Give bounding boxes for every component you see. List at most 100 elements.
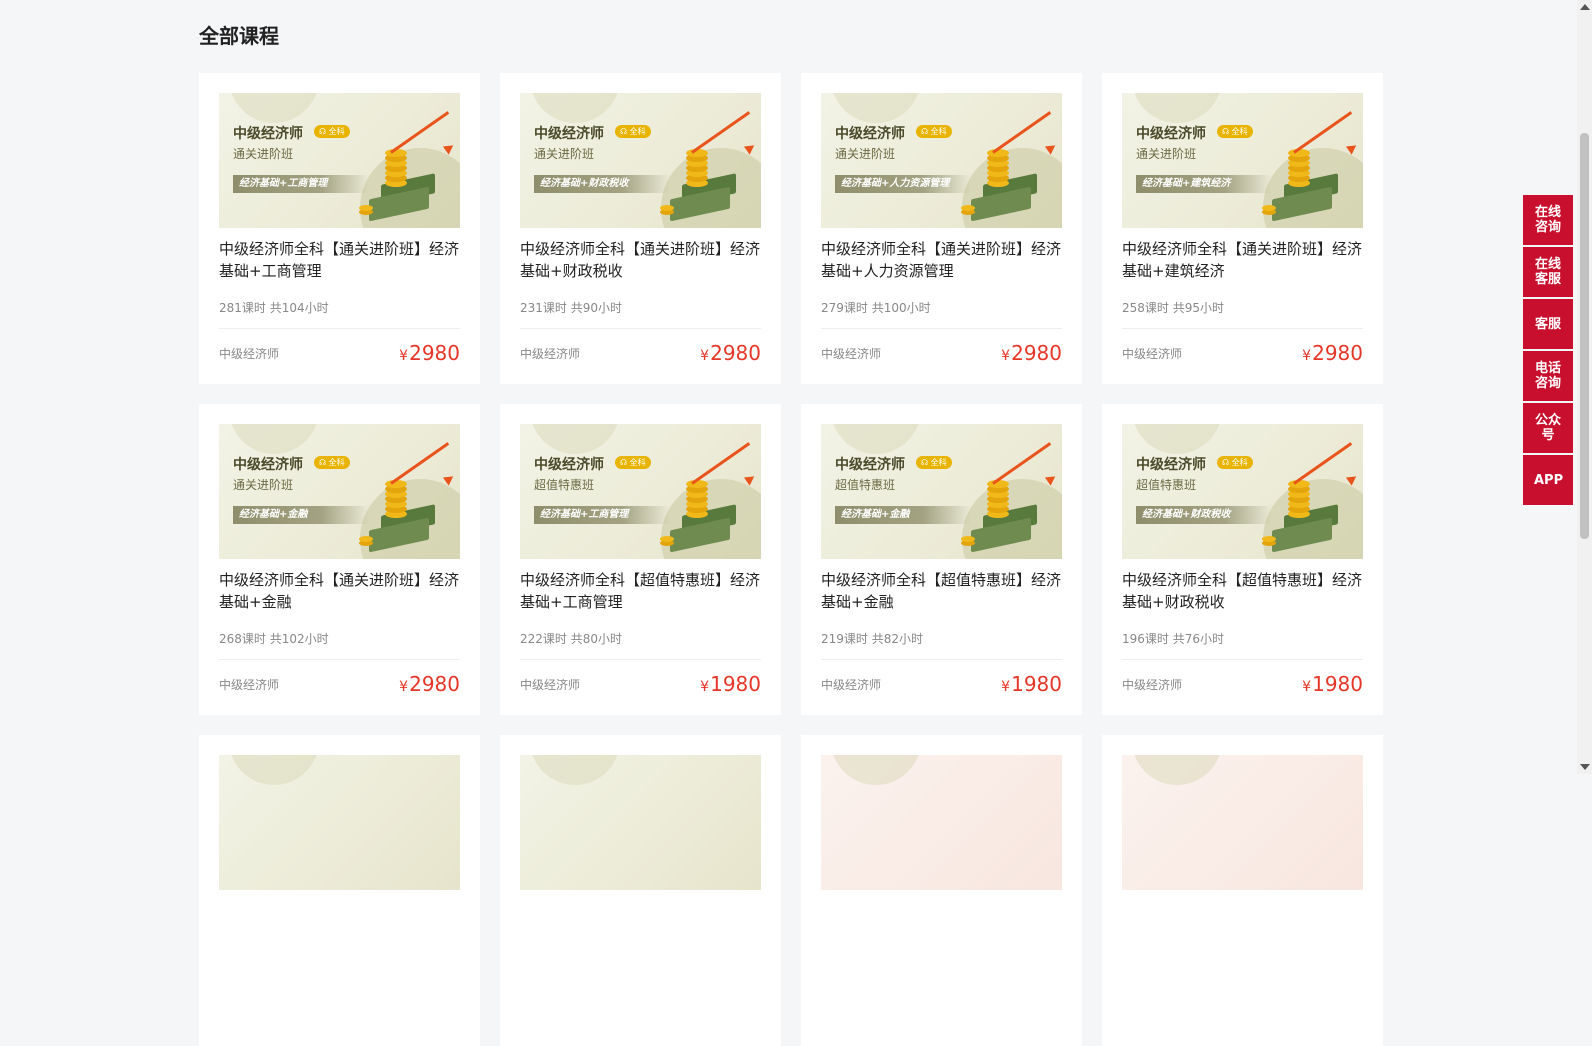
course-title[interactable]: 中级经济师全科【超值特惠班】经济基础+财政税收	[1122, 569, 1363, 613]
thumb-tag-label: 全科	[629, 127, 646, 136]
sidebar-button-label: APP	[1534, 472, 1564, 488]
course-category: 中级经济师	[520, 677, 581, 692]
thumb-subject-band: 经济基础+建筑经济	[1136, 175, 1272, 193]
headphones-icon: ☊	[921, 458, 929, 467]
course-meta: 279课时 共100小时	[821, 299, 1062, 329]
course-title[interactable]: 中级经济师全科【通关进阶班】经济基础+金融	[219, 569, 460, 613]
headphones-icon: ☊	[921, 127, 929, 136]
course-thumbnail[interactable]: 中级经济师 ☊ 全科 通关进阶班 经济基础+人力资源管理	[821, 93, 1062, 228]
sidebar-button-0[interactable]: 在线咨询	[1523, 195, 1573, 245]
currency-symbol: ¥	[700, 348, 710, 364]
currency-symbol: ¥	[1001, 679, 1011, 695]
course-price: ¥2980	[1302, 341, 1363, 365]
course-price: ¥1980	[1302, 672, 1363, 696]
decor-arc	[530, 755, 620, 785]
course-price: ¥2980	[399, 672, 460, 696]
thumb-subject-band: 经济基础+工商管理	[534, 506, 670, 524]
scroll-down-icon[interactable]	[1580, 764, 1590, 770]
thumb-brand: 中级经济师	[534, 126, 604, 142]
course-grid: 中级经济师 ☊ 全科 通关进阶班 经济基础+工商管理 中级经济师全科【通关进阶班…	[199, 73, 1383, 1046]
course-card[interactable]	[1102, 735, 1383, 1046]
course-thumbnail[interactable]	[520, 755, 761, 890]
course-thumbnail[interactable]	[219, 755, 460, 890]
course-card[interactable]: 中级经济师 ☊ 全科 超值特惠班 经济基础+金融 中级经济师全科【超值特惠班】经…	[801, 404, 1082, 715]
course-title[interactable]: 中级经济师全科【通关进阶班】经济基础+人力资源管理	[821, 238, 1062, 282]
course-card[interactable]: 中级经济师 ☊ 全科 通关进阶班 经济基础+工商管理 中级经济师全科【通关进阶班…	[199, 73, 480, 384]
decor-arc	[831, 755, 921, 785]
course-title[interactable]: 中级经济师全科【通关进阶班】经济基础+财政税收	[520, 238, 761, 282]
price-value: 1980	[1011, 672, 1062, 696]
price-value: 1980	[1312, 672, 1363, 696]
coin-icon	[961, 205, 975, 211]
currency-symbol: ¥	[399, 348, 409, 364]
course-title[interactable]: 中级经济师全科【通关进阶班】经济基础+工商管理	[219, 238, 460, 282]
course-title[interactable]: 中级经济师全科【超值特惠班】经济基础+工商管理	[520, 569, 761, 613]
course-footer: 中级经济师 ¥2980	[520, 341, 761, 365]
course-price: ¥1980	[700, 672, 761, 696]
price-value: 2980	[710, 341, 761, 365]
course-thumbnail[interactable]: 中级经济师 ☊ 全科 超值特惠班 经济基础+金融	[821, 424, 1062, 559]
course-card[interactable]: 中级经济师 ☊ 全科 通关进阶班 经济基础+金融 中级经济师全科【通关进阶班】经…	[199, 404, 480, 715]
decor-arc	[530, 424, 620, 454]
course-category: 中级经济师	[219, 677, 280, 692]
thumb-class-name: 通关进阶班	[233, 147, 294, 161]
course-meta: 196课时 共76小时	[1122, 630, 1363, 660]
course-card[interactable]: 中级经济师 ☊ 全科 通关进阶班 经济基础+建筑经济 中级经济师全科【通关进阶班…	[1102, 73, 1383, 384]
course-footer: 中级经济师 ¥1980	[520, 672, 761, 696]
scrollbar-thumb[interactable]	[1580, 133, 1589, 539]
course-thumbnail[interactable]: 中级经济师 ☊ 全科 通关进阶班 经济基础+金融	[219, 424, 460, 559]
thumb-subject-band: 经济基础+人力资源管理	[835, 175, 971, 193]
course-card[interactable]	[500, 735, 781, 1046]
sidebar-button-label: 公众号	[1534, 413, 1561, 443]
course-card[interactable]	[199, 735, 480, 1046]
thumb-tag-label: 全科	[328, 458, 345, 467]
coin-icon	[961, 536, 975, 542]
thumb-class-name: 通关进阶班	[233, 478, 294, 492]
headphones-icon: ☊	[1222, 458, 1230, 467]
sidebar-button-1[interactable]: 在线客服	[1523, 247, 1573, 297]
course-category: 中级经济师	[821, 346, 882, 361]
sidebar-button-label: 客服	[1534, 316, 1561, 332]
decor-arc	[831, 93, 921, 123]
course-title[interactable]: 中级经济师全科【通关进阶班】经济基础+建筑经济	[1122, 238, 1363, 282]
course-footer: 中级经济师 ¥2980	[219, 672, 460, 696]
headphones-icon: ☊	[1222, 127, 1230, 136]
course-card[interactable]	[801, 735, 1082, 1046]
course-card[interactable]: 中级经济师 ☊ 全科 超值特惠班 经济基础+财政税收 中级经济师全科【超值特惠班…	[1102, 404, 1383, 715]
course-thumbnail[interactable]	[821, 755, 1062, 890]
course-thumbnail[interactable]: 中级经济师 ☊ 全科 超值特惠班 经济基础+财政税收	[1122, 424, 1363, 559]
course-thumbnail[interactable]	[1122, 755, 1363, 890]
course-category: 中级经济师	[1122, 677, 1183, 692]
sidebar-button-5[interactable]: APP	[1523, 455, 1573, 505]
course-meta: 258课时 共95小时	[1122, 299, 1363, 329]
decor-arc	[831, 424, 921, 454]
course-thumbnail[interactable]: 中级经济师 ☊ 全科 超值特惠班 经济基础+工商管理	[520, 424, 761, 559]
course-thumbnail[interactable]: 中级经济师 ☊ 全科 通关进阶班 经济基础+工商管理	[219, 93, 460, 228]
course-card[interactable]: 中级经济师 ☊ 全科 通关进阶班 经济基础+财政税收 中级经济师全科【通关进阶班…	[500, 73, 781, 384]
course-category: 中级经济师	[520, 346, 581, 361]
sidebar-button-4[interactable]: 公众号	[1523, 403, 1573, 453]
course-meta: 222课时 共80小时	[520, 630, 761, 660]
decor-arc	[1132, 93, 1222, 123]
thumb-tag: ☊ 全科	[615, 456, 651, 469]
course-card[interactable]: 中级经济师 ☊ 全科 超值特惠班 经济基础+工商管理 中级经济师全科【超值特惠班…	[500, 404, 781, 715]
headphones-icon: ☊	[620, 458, 628, 467]
thumb-class-name: 通关进阶班	[1136, 147, 1197, 161]
sidebar-button-2[interactable]: 客服	[1523, 299, 1573, 349]
currency-symbol: ¥	[1302, 348, 1312, 364]
course-thumbnail[interactable]: 中级经济师 ☊ 全科 通关进阶班 经济基础+财政税收	[520, 93, 761, 228]
coin-icon	[1262, 536, 1276, 542]
course-title[interactable]: 中级经济师全科【超值特惠班】经济基础+金融	[821, 569, 1062, 613]
decor-arc	[530, 93, 620, 123]
course-thumbnail[interactable]: 中级经济师 ☊ 全科 通关进阶班 经济基础+建筑经济	[1122, 93, 1363, 228]
thumb-brand: 中级经济师	[835, 126, 905, 142]
scroll-up-icon[interactable]	[1580, 4, 1590, 10]
sidebar-button-3[interactable]: 电话咨询	[1523, 351, 1573, 401]
course-footer: 中级经济师 ¥2980	[821, 341, 1062, 365]
course-footer: 中级经济师 ¥1980	[1122, 672, 1363, 696]
decor-arc	[229, 93, 319, 123]
course-card[interactable]: 中级经济师 ☊ 全科 通关进阶班 经济基础+人力资源管理 中级经济师全科【通关进…	[801, 73, 1082, 384]
scrollbar[interactable]	[1577, 0, 1592, 774]
decor-arc	[1132, 755, 1222, 785]
thumb-tag: ☊ 全科	[1217, 125, 1253, 138]
